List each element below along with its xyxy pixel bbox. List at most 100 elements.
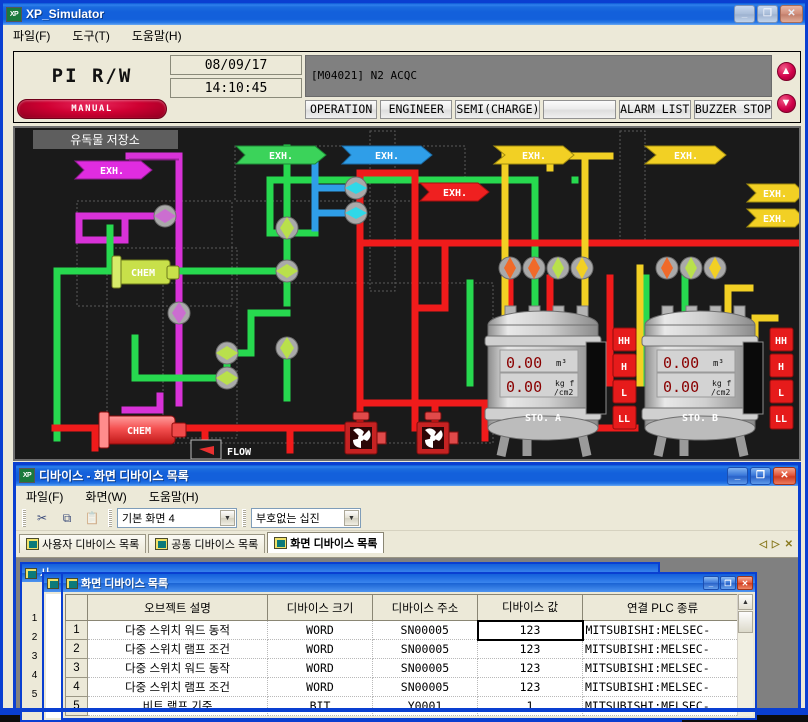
svg-text:0.00: 0.00: [663, 378, 699, 396]
scroll-up-icon[interactable]: ▲: [776, 61, 796, 81]
tab-close-icon[interactable]: ✕: [785, 539, 793, 550]
cell-size[interactable]: WORD: [267, 658, 373, 678]
toolbar-grip-1[interactable]: [22, 509, 26, 527]
tag-exh-yellow-1: EXH.: [492, 145, 575, 165]
tab-user-device-list[interactable]: 사용자 디바이스 목록: [19, 534, 147, 553]
row-number[interactable]: 2: [65, 639, 88, 659]
row-number[interactable]: 4: [65, 677, 88, 697]
cell-value[interactable]: 123: [477, 639, 583, 659]
toolbar-grip-3[interactable]: [242, 509, 246, 527]
svg-text:kg f: kg f: [712, 379, 731, 388]
screen-select-combo[interactable]: 기본 화면 4 ▼: [117, 508, 237, 528]
manual-mode-button[interactable]: MANUAL: [17, 99, 167, 119]
toolbar-grip-2[interactable]: [108, 509, 112, 527]
col-rownum[interactable]: [65, 594, 88, 621]
cell-plc[interactable]: MITSUBISHI:MELSEC-: [582, 677, 737, 697]
svg-text:0.00: 0.00: [506, 378, 542, 396]
tab-common-device-list-label: 공통 디바이스 목록: [171, 539, 259, 551]
scrollbar-up-icon[interactable]: ▲: [738, 594, 753, 610]
cell-description[interactable]: 다중 스위치 워드 동작: [87, 658, 268, 678]
tab-prev-icon[interactable]: ◁: [759, 539, 767, 550]
cell-description[interactable]: 다중 스위치 램프 조건: [87, 639, 268, 659]
tab-user-device-list-label: 사용자 디바이스 목록: [42, 539, 140, 551]
cell-value[interactable]: 123: [477, 677, 583, 697]
svg-text:STO. B: STO. B: [682, 413, 718, 424]
semi-charge-button[interactable]: SEMI(CHARGE): [455, 99, 541, 119]
svg-text:EXH.: EXH.: [100, 166, 124, 177]
col-device-size[interactable]: 디바이스 크기: [267, 594, 373, 621]
screen-device-list-window[interactable]: 화면 디바이스 목록 _ ❐ ✕ 오브젝트 설명 디바이스 크기 디바이스 주소…: [61, 572, 757, 720]
cell-address[interactable]: SN00005: [372, 658, 478, 678]
alarm-list-button[interactable]: ALARM LIST: [618, 99, 691, 119]
col-plc-type[interactable]: 연결 PLC 종류: [582, 594, 737, 621]
minimize-button[interactable]: _: [734, 5, 755, 23]
tag-exh-red: EXH.: [418, 182, 490, 202]
blank-button[interactable]: [543, 99, 616, 119]
row-number[interactable]: 5: [65, 696, 88, 716]
copy-icon[interactable]: ⧉: [56, 508, 78, 529]
cell-plc[interactable]: MITSUBISHI:MELSEC-: [582, 658, 737, 678]
main-application-window: XP XP_Simulator _ ❐ ✕ 파일(F) 도구(T) 도움말(H)…: [0, 0, 808, 722]
row-number[interactable]: 3: [65, 658, 88, 678]
menu-help[interactable]: 도움말(H): [128, 26, 186, 45]
child-minimize-button[interactable]: _: [703, 576, 719, 590]
menu-file[interactable]: 파일(F): [9, 26, 54, 45]
cell-plc[interactable]: MITSUBISHI:MELSEC-: [582, 620, 737, 640]
cell-description[interactable]: 비트 램프 기준: [87, 696, 268, 716]
engineer-button[interactable]: ENGINEER: [380, 99, 453, 119]
cell-address[interactable]: SN00005: [372, 677, 478, 697]
paste-icon[interactable]: 📋: [81, 508, 103, 529]
tab-common-device-list[interactable]: 공통 디바이스 목록: [148, 534, 266, 553]
device-close-button[interactable]: ✕: [773, 466, 796, 485]
col-device-value[interactable]: 디바이스 값: [477, 594, 583, 621]
cell-description[interactable]: 다중 스위치 워드 동적: [87, 620, 268, 640]
cell-size[interactable]: BIT: [267, 696, 373, 716]
chevron-down-icon[interactable]: ▼: [220, 510, 235, 526]
svg-text:LL: LL: [775, 414, 787, 425]
svg-text:EXH.: EXH.: [443, 188, 467, 199]
close-button[interactable]: ✕: [780, 5, 803, 23]
cell-address[interactable]: SN00005: [372, 639, 478, 659]
child-window-titlebar[interactable]: 화면 디바이스 목록 _ ❐ ✕: [63, 574, 755, 592]
cell-value[interactable]: 1: [477, 696, 583, 716]
child-close-button[interactable]: ✕: [737, 576, 753, 590]
scroll-down-icon[interactable]: ▼: [776, 93, 796, 113]
col-object-description[interactable]: 오브젝트 설명: [87, 594, 268, 621]
tab-next-icon[interactable]: ▷: [772, 539, 780, 550]
cut-icon[interactable]: ✂: [31, 508, 53, 529]
buzzer-stop-button[interactable]: BUZZER STOP: [693, 99, 773, 119]
operation-button[interactable]: OPERATION: [305, 99, 378, 119]
cell-address[interactable]: Y0001: [372, 696, 478, 716]
scada-process-diagram[interactable]: EXH. EXH. EXH. EXH. EXH. EXH. EXH. EXH. …: [13, 126, 801, 461]
maximize-button[interactable]: ❐: [757, 5, 778, 23]
device-minimize-button[interactable]: _: [727, 466, 748, 485]
row-number[interactable]: 1: [65, 620, 88, 640]
bottom-status-strip: [3, 708, 805, 712]
cell-value-selected[interactable]: 123: [476, 619, 584, 641]
chevron-down-icon-2[interactable]: ▼: [344, 510, 359, 526]
dev-menu-file[interactable]: 파일(F): [22, 487, 67, 506]
child-maximize-button[interactable]: ❐: [720, 576, 736, 590]
tag-exh-magenta: EXH.: [73, 160, 153, 180]
tab-screen-device-list[interactable]: 화면 디바이스 목록: [267, 532, 385, 553]
device-maximize-button[interactable]: ❐: [750, 466, 771, 485]
cell-size[interactable]: WORD: [267, 639, 373, 659]
device-table[interactable]: 오브젝트 설명 디바이스 크기 디바이스 주소 디바이스 값 연결 PLC 종류…: [65, 594, 737, 716]
list-icon-active: [66, 577, 78, 589]
dev-menu-screen[interactable]: 화면(W): [81, 487, 130, 506]
format-select-value: 부호없는 십진: [256, 513, 320, 525]
cell-description[interactable]: 다중 스위치 램프 조건: [87, 677, 268, 697]
scrollbar-thumb[interactable]: [738, 611, 753, 633]
cell-size[interactable]: WORD: [267, 677, 373, 697]
grid-vertical-scrollbar[interactable]: ▲: [737, 594, 753, 716]
format-select-combo[interactable]: 부호없는 십진 ▼: [251, 508, 361, 528]
cell-size[interactable]: WORD: [267, 620, 373, 640]
cell-value[interactable]: 123: [477, 658, 583, 678]
control-header-panel: PI R/W MANUAL 08/09/17 14:10:45 [M04021]…: [13, 51, 801, 123]
dev-menu-help[interactable]: 도움말(H): [145, 487, 203, 506]
menu-tools[interactable]: 도구(T): [68, 26, 113, 45]
cell-address[interactable]: SN00005: [372, 620, 478, 640]
cell-plc[interactable]: MITSUBISHI:MELSEC-: [582, 639, 737, 659]
cell-plc[interactable]: MITSUBISHI:MELSEC-: [582, 696, 737, 716]
col-device-address[interactable]: 디바이스 주소: [372, 594, 478, 621]
